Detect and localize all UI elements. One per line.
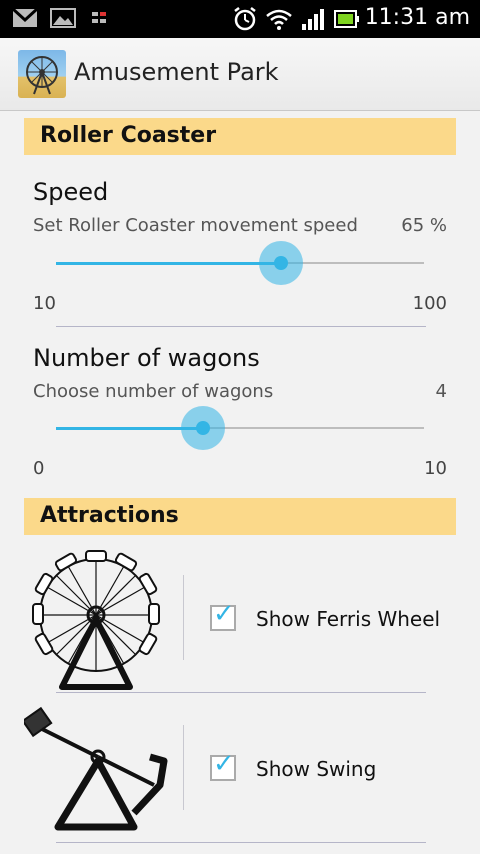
vertical-separator xyxy=(183,575,184,660)
wagons-slider[interactable] xyxy=(56,406,424,450)
speed-value: 65 % xyxy=(401,215,447,236)
check-icon: ✓ xyxy=(213,749,235,779)
wagons-title: Number of wagons xyxy=(33,344,260,372)
section-header-roller-coaster: Roller Coaster xyxy=(24,118,456,155)
app-title: Amusement Park xyxy=(74,58,279,86)
slider-fill xyxy=(56,261,281,265)
action-bar: Amusement Park xyxy=(0,38,480,111)
status-time: 11:31 am xyxy=(364,5,470,30)
wagons-max-label: 10 xyxy=(424,458,447,479)
section-title: Roller Coaster xyxy=(40,123,217,148)
network-activity-icon xyxy=(92,12,106,23)
swing-label: Show Swing xyxy=(256,757,377,781)
speed-max-label: 100 xyxy=(412,293,447,314)
gallery-icon xyxy=(50,8,76,28)
divider xyxy=(56,842,426,843)
ferris-wheel-icon xyxy=(32,550,160,690)
divider xyxy=(56,692,426,693)
gmail-icon xyxy=(12,8,38,27)
section-header-attractions: Attractions xyxy=(24,498,456,535)
slider-thumb[interactable] xyxy=(273,256,288,270)
alarm-icon xyxy=(234,7,256,31)
ferris-wheel-checkbox[interactable]: ✓ xyxy=(210,601,236,631)
speed-slider[interactable] xyxy=(56,241,424,285)
status-bar: 11:31 am xyxy=(0,0,480,38)
swing-icon xyxy=(24,706,168,831)
wifi-icon xyxy=(266,9,292,30)
battery-icon xyxy=(334,10,359,28)
speed-title: Speed xyxy=(33,178,109,206)
divider xyxy=(56,326,426,327)
ferris-wheel-app-icon[interactable] xyxy=(18,50,66,98)
vertical-separator xyxy=(183,725,184,810)
signal-icon xyxy=(302,9,324,30)
swing-checkbox[interactable]: ✓ xyxy=(210,751,236,781)
speed-min-label: 10 xyxy=(33,293,56,314)
wagons-summary: Choose number of wagons xyxy=(33,381,274,402)
speed-summary: Set Roller Coaster movement speed xyxy=(33,215,358,236)
wagons-value: 4 xyxy=(435,381,447,402)
section-title: Attractions xyxy=(40,503,179,528)
check-icon: ✓ xyxy=(213,599,235,629)
wagons-min-label: 0 xyxy=(33,458,45,479)
ferris-wheel-label: Show Ferris Wheel xyxy=(256,607,441,631)
